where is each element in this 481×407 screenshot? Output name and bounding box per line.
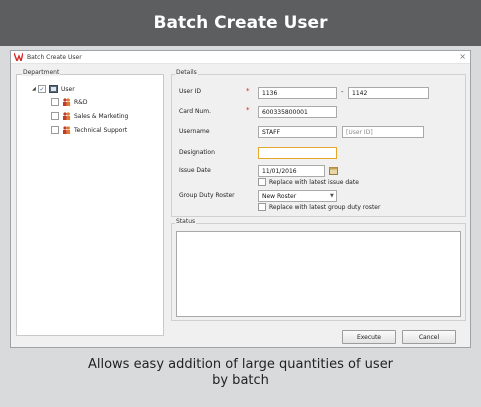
- status-group-label: Status: [175, 218, 197, 225]
- caption-line-2: by batch: [212, 373, 269, 388]
- username-label: Username: [179, 128, 210, 135]
- designation-input[interactable]: [258, 147, 337, 159]
- chevron-down-icon[interactable]: ▼: [330, 193, 334, 199]
- people-group-icon: [63, 126, 71, 134]
- people-group-icon: [63, 112, 71, 120]
- replace-issue-date-checkbox[interactable]: [258, 178, 266, 186]
- close-icon[interactable]: ×: [459, 52, 466, 61]
- status-log-area[interactable]: [176, 231, 461, 317]
- replace-duty-roster-checkbox[interactable]: [258, 203, 266, 211]
- tree-checkbox-rnd[interactable]: [51, 98, 59, 106]
- replace-issue-date-label: Replace with latest issue date: [269, 179, 359, 186]
- user-id-range-dash: -: [341, 88, 344, 96]
- group-duty-roster-label: Group Duty Roster: [179, 192, 235, 199]
- tree-item-sales-marketing[interactable]: Sales & Marketing: [51, 111, 128, 121]
- username-input[interactable]: STAFF: [258, 126, 337, 138]
- tree-item-rnd[interactable]: R&D: [51, 97, 87, 107]
- people-group-icon: [63, 98, 71, 106]
- tree-label-technical-support: Technical Support: [74, 126, 128, 134]
- issue-date-input[interactable]: 11/01/2016: [258, 165, 325, 177]
- details-group-label: Details: [175, 69, 198, 76]
- issue-date-label: Issue Date: [179, 167, 211, 174]
- caption: Allows easy addition of large quantities…: [0, 357, 481, 389]
- window-titlebar: Batch Create User ×: [11, 51, 470, 64]
- cancel-button[interactable]: Cancel: [402, 330, 456, 344]
- banner-title: Batch Create User: [0, 0, 481, 46]
- designation-label: Designation: [179, 149, 215, 156]
- user-id-label: User ID: [179, 88, 201, 95]
- tree-checkbox-sales-marketing[interactable]: [51, 112, 59, 120]
- user-id-to-input[interactable]: 1142: [348, 87, 429, 99]
- tree-item-user[interactable]: ◢ ✓ User: [32, 84, 75, 94]
- card-num-label: Card Num.: [179, 108, 211, 115]
- replace-duty-roster-label: Replace with latest group duty roster: [269, 204, 381, 211]
- execute-button[interactable]: Execute: [342, 330, 396, 344]
- caption-line-1: Allows easy addition of large quantities…: [87, 357, 394, 372]
- tree-checkbox-technical-support[interactable]: [51, 126, 59, 134]
- card-num-input[interactable]: 600335800001: [258, 106, 337, 118]
- tree-label-sales-marketing: Sales & Marketing: [74, 112, 129, 120]
- tree-checkbox-user[interactable]: ✓: [38, 85, 46, 93]
- username-suffix-field[interactable]: [User ID]: [342, 126, 424, 138]
- app-logo-icon: [14, 53, 23, 61]
- user-id-required-mark: *: [246, 87, 250, 95]
- department-group-label: Department: [22, 69, 61, 76]
- tree-label-user: User: [61, 85, 75, 93]
- tree-label-rnd: R&D: [74, 98, 88, 106]
- batch-create-user-window: Batch Create User × Department ◢ ✓ User …: [10, 50, 471, 348]
- window-title: Batch Create User: [27, 54, 82, 61]
- card-num-required-mark: *: [246, 106, 250, 114]
- user-card-icon: [49, 85, 58, 93]
- group-duty-roster-select[interactable]: New Roster: [258, 190, 337, 202]
- user-id-from-input[interactable]: 1136: [258, 87, 337, 99]
- calendar-icon[interactable]: [329, 166, 338, 175]
- tree-item-technical-support[interactable]: Technical Support: [51, 125, 127, 135]
